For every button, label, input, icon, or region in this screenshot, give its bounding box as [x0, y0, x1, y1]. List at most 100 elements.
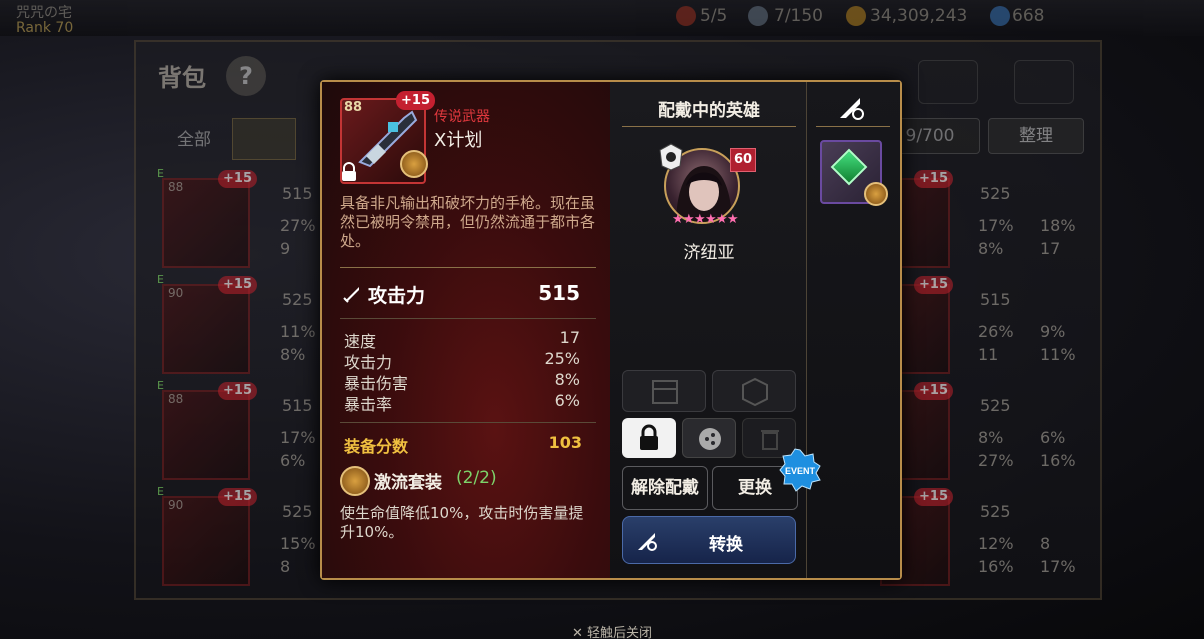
item-grade: 传说武器 [434, 109, 490, 125]
card-stat: 16% [1040, 451, 1076, 470]
convert-label: 转换 [709, 535, 743, 555]
weapon-convert-icon [840, 98, 864, 120]
event-badge: EVENT [779, 448, 821, 492]
card-plus: +15 [218, 276, 257, 294]
sub-stat-value: 8% [554, 370, 580, 389]
set-effect: 使生命值降低10%，攻击时伤害量提升10%。 [340, 504, 584, 541]
sub-stat-row: 暴击率 6% [344, 391, 580, 414]
card-plus: +15 [914, 382, 953, 400]
sub-stat-value: 25% [544, 349, 580, 368]
friendship-icon [748, 6, 768, 26]
sub-stat-label: 暴击率 [344, 395, 393, 414]
sort-button[interactable]: 整理 [988, 118, 1084, 154]
card-plus: +15 [914, 488, 953, 506]
star-icon: ★ [705, 212, 717, 227]
card-stat: 525 [282, 502, 313, 521]
card-stat: 8% [978, 239, 1004, 258]
sub-stat-value: 6% [554, 391, 580, 410]
gold-icon [846, 6, 866, 26]
hero-level: 60 [730, 148, 756, 172]
backpack-icon[interactable] [918, 60, 978, 104]
star-icon: ★ [727, 212, 739, 227]
tab-weapon[interactable] [232, 118, 296, 160]
card-grade: E [157, 273, 164, 286]
card-stat: 515 [282, 184, 313, 203]
help-button[interactable]: ? [226, 56, 266, 96]
card-level: 90 [168, 498, 184, 512]
card-plus: +15 [914, 170, 953, 188]
card-level: 88 [168, 180, 184, 194]
card-plus: +15 [218, 488, 257, 506]
star-icon: ★ [716, 212, 728, 227]
convert-icon [638, 533, 657, 551]
sub-stat-row: 速度 17 [344, 328, 580, 351]
crystal-icon [990, 6, 1010, 26]
lock-button[interactable] [622, 418, 676, 458]
card-stat: 9 [280, 239, 291, 258]
card-stat: 8 [1040, 534, 1051, 553]
star-icon: ★ [683, 212, 695, 227]
close-hint-label: 轻触后关闭 [587, 626, 653, 639]
card-stat: 12% [978, 534, 1014, 553]
bag-title: 背包 [158, 64, 206, 92]
equipped-hero-title: 配戴中的英雄 [658, 101, 760, 121]
set-torrent-icon [340, 466, 370, 496]
lock-icon [640, 424, 658, 450]
divider [340, 422, 596, 423]
card-stat: 17 [1040, 239, 1061, 258]
set-torrent-icon [400, 150, 428, 178]
star-icon: ★ [672, 212, 684, 227]
card-stat: 8% [280, 345, 306, 364]
main-stat-label: 攻击力 [368, 285, 426, 307]
crystal-count: 668 [1012, 6, 1045, 26]
card-stat: 11% [1040, 345, 1076, 364]
close-hint[interactable]: ✕ 轻触后关闭 [572, 622, 652, 639]
card-plus: +15 [218, 382, 257, 400]
storage-button[interactable] [622, 370, 706, 412]
card-stat: 27% [978, 451, 1014, 470]
storage-icon[interactable] [1014, 60, 1074, 104]
card-stat: 6% [280, 451, 306, 470]
card-stat: 17% [1040, 557, 1076, 576]
card-stat: 9% [1040, 322, 1066, 341]
share-button[interactable] [682, 418, 736, 458]
friendship-count: 7/150 [774, 6, 823, 26]
card-stat: 17% [978, 216, 1014, 235]
set-torrent-icon [864, 182, 888, 206]
enhance-badge: +15 [396, 91, 435, 110]
card-stat: 17% [280, 428, 316, 447]
set-name: 激流套装 [374, 473, 442, 493]
card-stat: 515 [980, 290, 1011, 309]
unequip-button[interactable]: 解除配戴 [622, 466, 708, 510]
event-badge-label: EVENT [785, 466, 816, 476]
card-stat: 18% [1040, 216, 1076, 235]
divider [622, 126, 796, 127]
card-plus: +15 [218, 170, 257, 188]
extract-button[interactable] [712, 370, 796, 412]
sub-stat-value: 17 [559, 328, 580, 347]
card-stat: 8% [978, 428, 1004, 447]
top-resource-bar: 咒咒の宅 Rank 70 5/5 7/150 34,309,243 668 [0, 0, 1204, 36]
card-stat: 515 [282, 396, 313, 415]
player-name: 咒咒の宅 [16, 5, 72, 21]
share-icon [699, 428, 721, 450]
hero-name: 济纽亚 [683, 243, 735, 263]
gear-score-label: 装备分数 [344, 437, 409, 456]
card-grade: E [157, 485, 164, 498]
card-stat: 16% [978, 557, 1014, 576]
sub-stat-row: 暴击伤害 8% [344, 370, 580, 393]
set-count: (2/2) [456, 468, 497, 488]
tab-all[interactable]: 全部 [158, 124, 230, 160]
convert-button[interactable]: 转换 [622, 516, 796, 564]
attack-icon [343, 287, 359, 303]
gold-count: 34,309,243 [870, 6, 968, 26]
lock-icon [342, 162, 356, 181]
card-stat: 15% [280, 534, 316, 553]
star-icon: ★ [694, 212, 706, 227]
card-stat: 525 [282, 290, 313, 309]
item-name: X计划 [434, 130, 483, 151]
sub-stat-row: 攻击力 25% [344, 349, 580, 372]
card-level: 88 [168, 392, 184, 406]
stamina-count: 5/5 [700, 6, 728, 26]
card-level: 90 [168, 286, 184, 300]
